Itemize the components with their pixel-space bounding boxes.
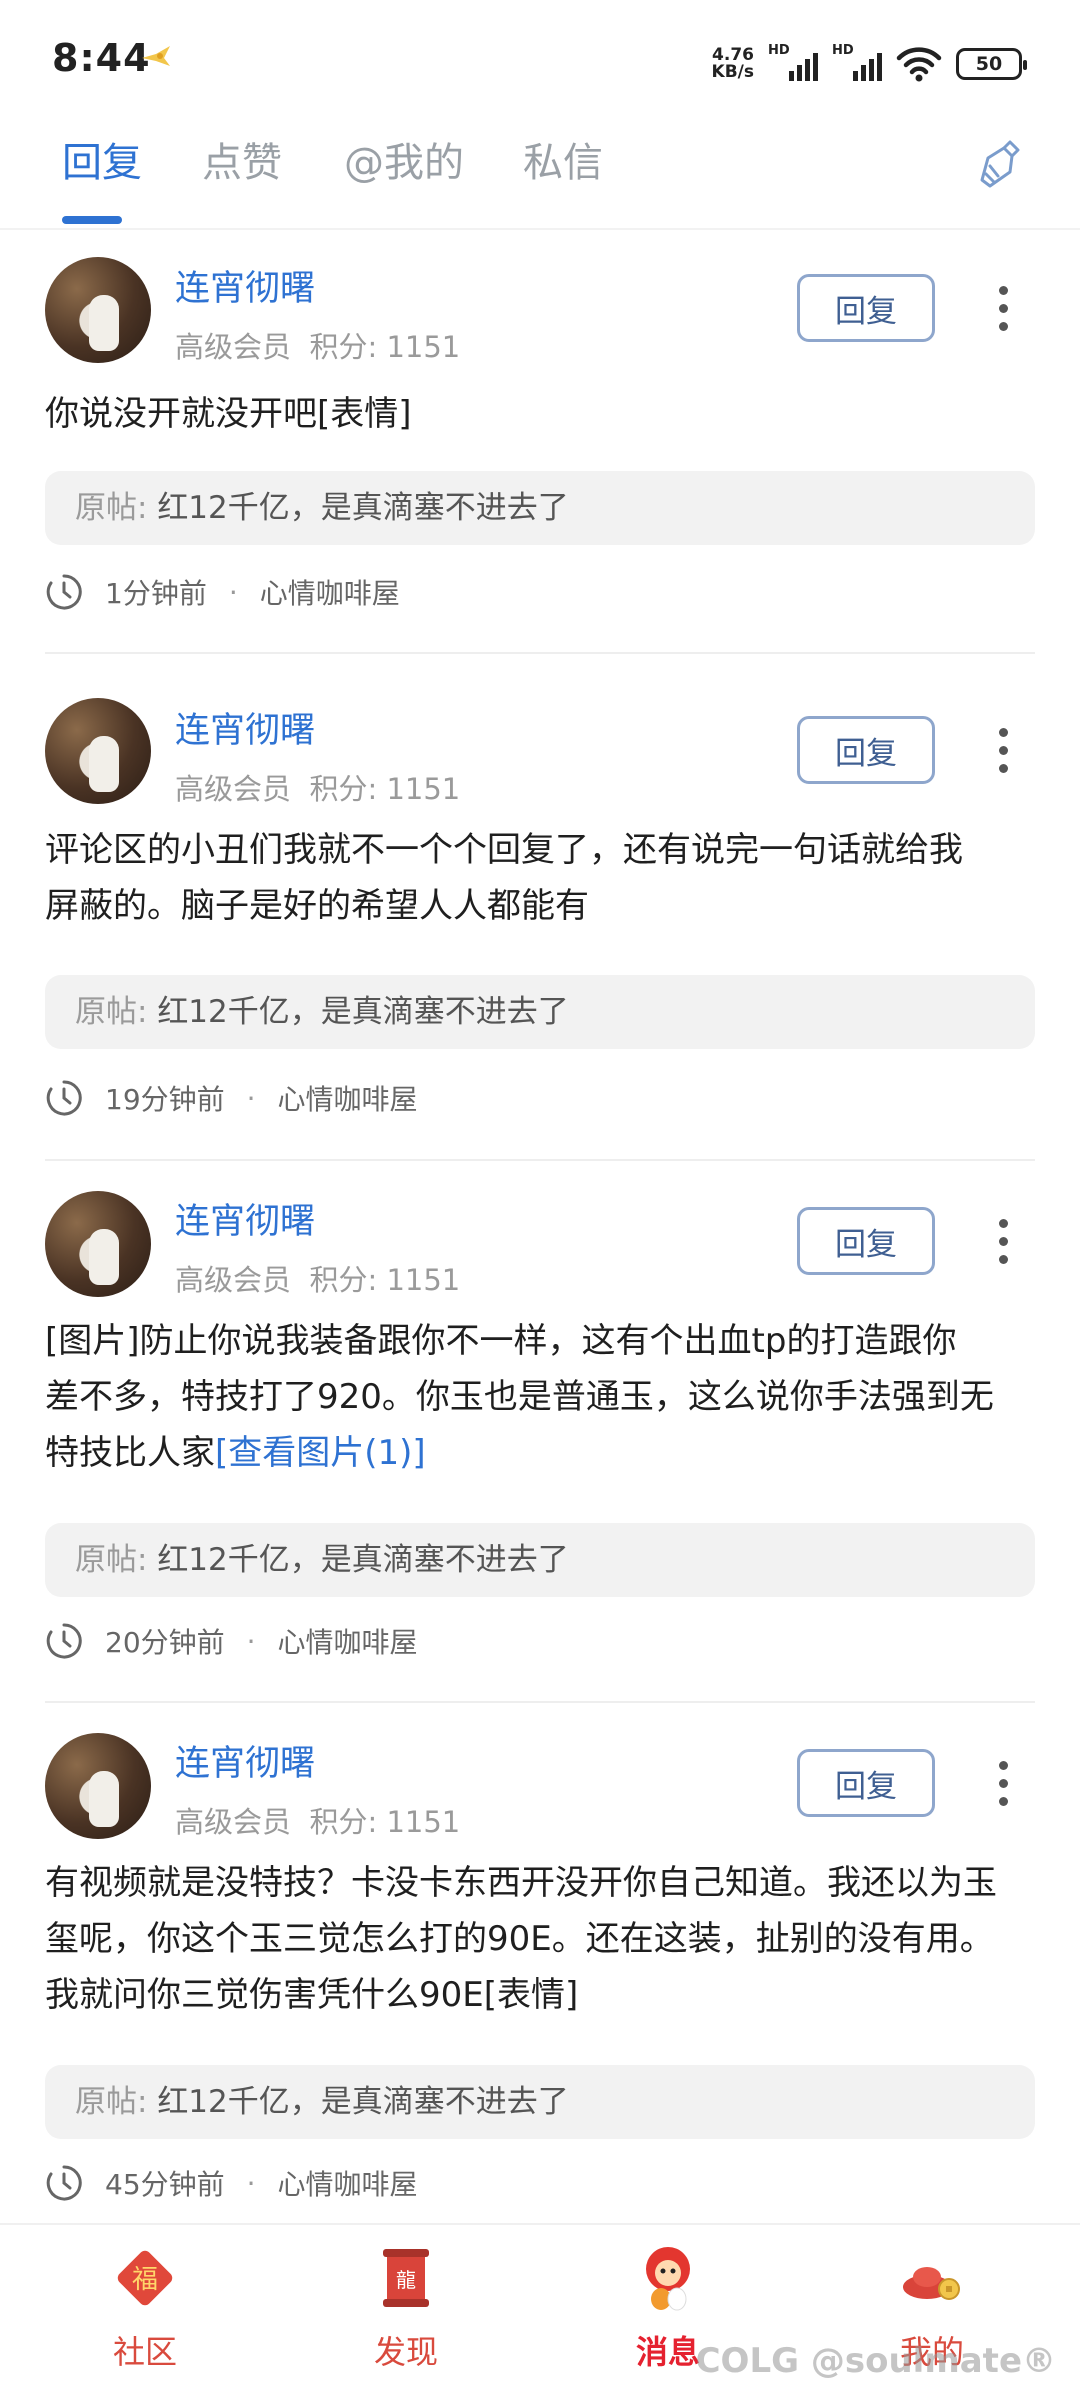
user-name[interactable]: 连宵彻曙 — [175, 1193, 315, 1244]
tab-messages[interactable]: 私信 — [523, 130, 603, 188]
nav-discover[interactable]: 龍 发现 — [326, 2243, 486, 2373]
user-meta: 高级会员 积分: 1151 — [175, 330, 461, 364]
reply-button[interactable]: 回复 — [797, 716, 935, 784]
bird-notification-icon — [142, 46, 170, 66]
dragon-scroll-icon: 龍 — [383, 2249, 429, 2307]
user-name[interactable]: 连宵彻曙 — [175, 702, 315, 753]
signal-1-icon: HD — [768, 43, 818, 81]
reply-meta: 19分钟前 · 心情咖啡屋 — [45, 1078, 418, 1118]
reply-card: 连宵彻曙 高级会员 积分: 1151 回复 [图片]防止你说我装备跟你不一样，这… — [45, 1161, 1035, 1703]
status-time: 8:44 — [52, 36, 151, 80]
clock-icon — [46, 2165, 82, 2201]
clock-icon — [46, 1623, 82, 1659]
reply-meta: 20分钟前 · 心情咖啡屋 — [45, 1621, 418, 1661]
avatar[interactable] — [45, 257, 151, 363]
reply-feed: 连宵彻曙 高级会员 积分: 1151 回复 你说没开就没开吧[表情] 原帖: 红… — [0, 232, 1080, 2243]
reply-button[interactable]: 回复 — [797, 1749, 935, 1817]
signal-2-icon: HD — [832, 43, 882, 81]
reply-time: 20分钟前 — [105, 1626, 225, 1659]
tab-likes[interactable]: 点赞 — [202, 130, 282, 188]
user-meta: 高级会员 积分: 1151 — [175, 1263, 461, 1297]
reply-button[interactable]: 回复 — [797, 274, 935, 342]
fu-lantern-icon: 福 — [117, 2250, 173, 2306]
bottom-nav: 福 社区 龍 发现 消息 我的 COLG @soulmate® — [0, 2223, 1080, 2403]
tab-indicator — [62, 216, 122, 224]
wifi-icon — [896, 47, 942, 82]
original-post-link[interactable]: 原帖: 红12千亿，是真滴塞不进去了 — [45, 975, 1035, 1049]
reply-time: 45分钟前 — [105, 2168, 225, 2201]
reply-meta: 45分钟前 · 心情咖啡屋 — [45, 2163, 418, 2203]
svg-text:龍: 龍 — [396, 2268, 416, 2292]
lion-mascot-icon — [646, 2247, 690, 2311]
more-options-icon[interactable] — [993, 1219, 1013, 1269]
tab-bar: 回复 点赞 @我的 私信 — [0, 120, 1080, 230]
avatar[interactable] — [45, 698, 151, 804]
reply-time: 19分钟前 — [105, 1083, 225, 1116]
avatar[interactable] — [45, 1733, 151, 1839]
reply-meta: 1分钟前 · 心情咖啡屋 — [45, 572, 400, 612]
reply-card: 连宵彻曙 高级会员 积分: 1151 回复 有视频就是没特技？卡没卡东西开没开你… — [45, 1703, 1035, 2243]
more-options-icon[interactable] — [993, 1761, 1013, 1811]
status-bar: 8:44 4.76 KB/s HD HD 50 — [0, 0, 1080, 120]
forum-name[interactable]: 心情咖啡屋 — [278, 1078, 418, 1118]
clock-icon — [46, 1080, 82, 1116]
svg-text:福: 福 — [132, 2265, 158, 2295]
original-post-link[interactable]: 原帖: 红12千亿，是真滴塞不进去了 — [45, 2065, 1035, 2139]
user-name[interactable]: 连宵彻曙 — [175, 1735, 315, 1786]
clock-icon — [46, 574, 82, 610]
more-options-icon[interactable] — [993, 286, 1013, 336]
reply-content: 评论区的小丑们我就不一个个回复了，还有说完一句话就给我 屏蔽的。脑子是好的希望人… — [45, 830, 963, 926]
reply-time: 1分钟前 — [105, 577, 207, 610]
tab-replies[interactable]: 回复 — [62, 130, 142, 188]
user-meta: 高级会员 积分: 1151 — [175, 1805, 461, 1839]
forum-name[interactable]: 心情咖啡屋 — [260, 572, 400, 612]
original-post-link[interactable]: 原帖: 红12千亿，是真滴塞不进去了 — [45, 1523, 1035, 1597]
forum-name[interactable]: 心情咖啡屋 — [278, 2163, 418, 2203]
gold-ingot-icon — [903, 2267, 960, 2300]
reply-card: 连宵彻曙 高级会员 积分: 1151 回复 你说没开就没开吧[表情] 原帖: 红… — [45, 232, 1035, 654]
view-image-link[interactable]: [查看图片(1)] — [215, 1433, 426, 1473]
reply-card: 连宵彻曙 高级会员 积分: 1151 回复 评论区的小丑们我就不一个个回复了，还… — [45, 676, 1035, 1161]
avatar[interactable] — [45, 1191, 151, 1297]
reply-content: 你说没开就没开吧[表情] — [45, 394, 412, 434]
nav-community[interactable]: 福 社区 — [65, 2243, 225, 2373]
original-post-link[interactable]: 原帖: 红12千亿，是真滴塞不进去了 — [45, 471, 1035, 545]
broom-clear-icon[interactable] — [974, 136, 1030, 192]
watermark: COLG @soulmate® — [695, 2341, 1056, 2381]
forum-name[interactable]: 心情咖啡屋 — [278, 1621, 418, 1661]
user-name[interactable]: 连宵彻曙 — [175, 260, 315, 311]
more-options-icon[interactable] — [993, 728, 1013, 778]
battery-icon: 50 — [956, 48, 1027, 80]
reply-content: [图片]防止你说我装备跟你不一样，这有个出血tp的打造跟你 差不多，特技打了92… — [45, 1321, 994, 1473]
reply-button[interactable]: 回复 — [797, 1207, 935, 1275]
user-meta: 高级会员 积分: 1151 — [175, 772, 461, 806]
tab-mentions[interactable]: @我的 — [344, 130, 464, 188]
net-speed: 4.76 KB/s — [711, 45, 754, 82]
reply-content: 有视频就是没特技？卡没卡东西开没开你自己知道。我还以为玉 玺呢，你这个玉三觉怎么… — [45, 1863, 997, 2015]
